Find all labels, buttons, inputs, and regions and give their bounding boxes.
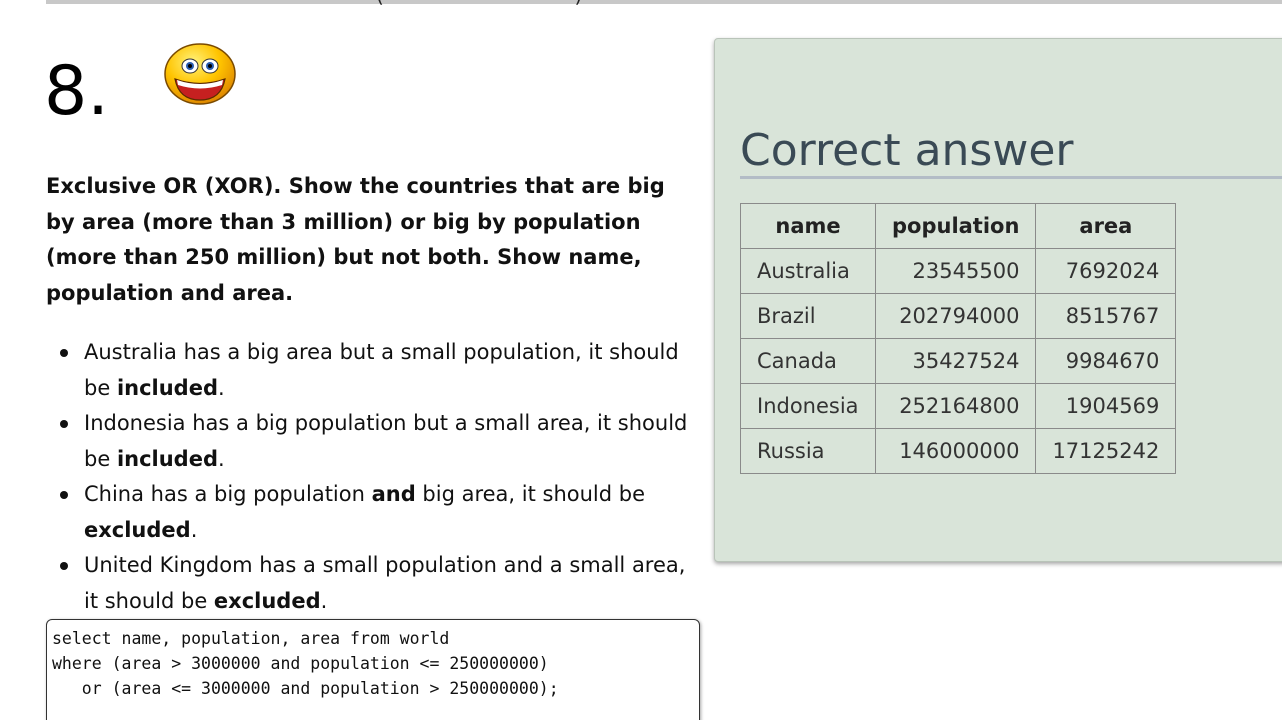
- cell-area: 8515767: [1035, 293, 1177, 339]
- top-divider: [46, 0, 1282, 4]
- sql-editor[interactable]: select name, population, area from world…: [46, 619, 700, 720]
- list-item: United Kingdom has a small population an…: [46, 548, 706, 619]
- cell-name: Brazil: [740, 293, 876, 339]
- column-header-name: name: [740, 203, 876, 249]
- table-row: Canada 35427524 9984670: [740, 338, 1177, 384]
- cell-name: Russia: [740, 428, 876, 474]
- cell-population: 252164800: [874, 383, 1037, 429]
- hint-list: Australia has a big area but a small pop…: [46, 335, 706, 619]
- correct-answer-panel: Correct answer name population area Aust…: [714, 38, 1282, 562]
- cell-area: 17125242: [1035, 428, 1177, 474]
- cell-name: Canada: [740, 338, 876, 384]
- cell-name: Indonesia: [740, 383, 876, 429]
- sql-line: or (area <= 3000000 and population > 250…: [52, 679, 559, 698]
- header-partial-text: ( ): [376, 0, 582, 5]
- question-number: 8.: [44, 52, 109, 131]
- table-row: Russia 146000000 17125242: [740, 428, 1177, 474]
- list-item: Indonesia has a big population but a sma…: [46, 406, 706, 477]
- question-prompt: Exclusive OR (XOR). Show the countries t…: [46, 174, 665, 305]
- answer-divider: [740, 176, 1282, 179]
- cell-population: 35427524: [874, 338, 1037, 384]
- list-item: Australia has a big area but a small pop…: [46, 335, 706, 406]
- column-header-area: area: [1035, 203, 1177, 249]
- grinning-smiley-icon: [164, 43, 236, 105]
- cell-area: 7692024: [1035, 248, 1177, 294]
- sql-line: select name, population, area from world: [52, 629, 450, 648]
- table-header-row: name population area: [740, 203, 1177, 249]
- cell-name: Australia: [740, 248, 876, 294]
- table-row: Brazil 202794000 8515767: [740, 293, 1177, 339]
- answer-title: Correct answer: [740, 125, 1074, 176]
- list-item: China has a big population and big area,…: [46, 477, 706, 548]
- table-row: Indonesia 252164800 1904569: [740, 383, 1177, 429]
- table-row: Australia 23545500 7692024: [740, 248, 1177, 294]
- sql-line: where (area > 3000000 and population <= …: [52, 654, 549, 673]
- answer-table: name population area Australia 23545500 …: [740, 203, 1177, 474]
- cell-area: 9984670: [1035, 338, 1177, 384]
- cell-population: 23545500: [874, 248, 1037, 294]
- cell-area: 1904569: [1035, 383, 1177, 429]
- column-header-population: population: [874, 203, 1037, 249]
- cell-population: 202794000: [874, 293, 1037, 339]
- cell-population: 146000000: [874, 428, 1037, 474]
